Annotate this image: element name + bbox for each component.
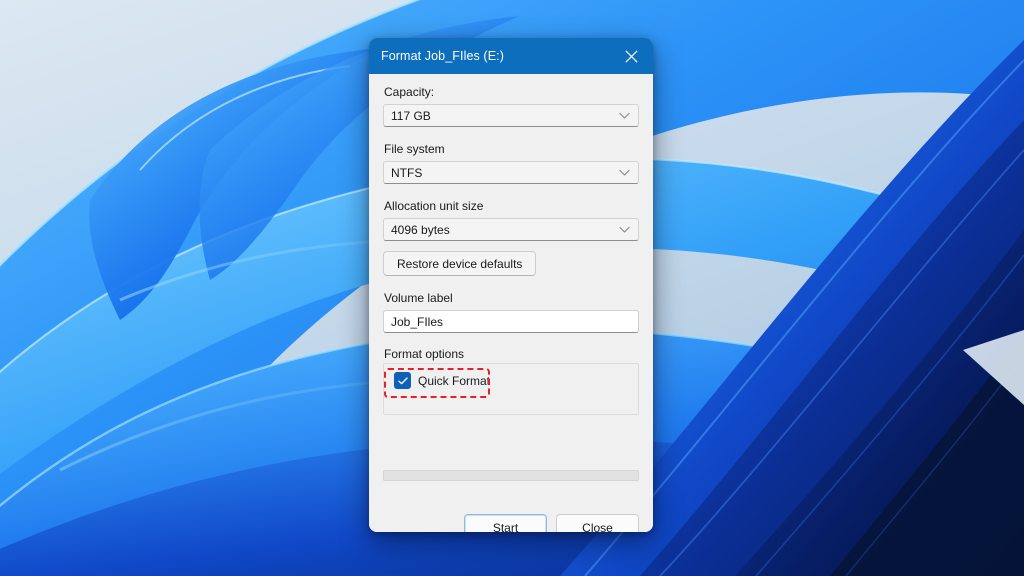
- allocation-unit-size-value: 4096 bytes: [391, 223, 450, 237]
- dialog-title: Format Job_FIles (E:): [381, 49, 504, 63]
- chevron-down-icon: [619, 169, 630, 176]
- volume-label-label: Volume label: [384, 290, 639, 306]
- file-system-dropdown[interactable]: NTFS: [383, 161, 639, 184]
- format-dialog: Format Job_FIles (E:) Capacity: 117 GB: [369, 38, 653, 532]
- allocation-unit-size-label: Allocation unit size: [384, 198, 639, 214]
- format-options-legend: Format options: [384, 347, 639, 361]
- close-dialog-button[interactable]: Close: [556, 514, 639, 532]
- chevron-down-icon: [619, 226, 630, 233]
- dialog-titlebar: Format Job_FIles (E:): [369, 38, 653, 74]
- start-button[interactable]: Start: [464, 514, 547, 532]
- file-system-value: NTFS: [391, 166, 422, 180]
- file-system-label: File system: [384, 141, 639, 157]
- desktop: Format Job_FIles (E:) Capacity: 117 GB: [0, 0, 1024, 576]
- dialog-button-row: Start Close: [383, 514, 639, 532]
- format-options-box: Quick Format: [383, 363, 639, 415]
- progress-bar: [383, 470, 639, 481]
- quick-format-checkbox[interactable]: [394, 372, 411, 389]
- format-options-group: Format options Quick Format: [383, 347, 639, 415]
- checkmark-icon: [398, 377, 408, 385]
- capacity-label: Capacity:: [384, 84, 639, 100]
- quick-format-checkbox-row[interactable]: Quick Format: [392, 370, 494, 391]
- close-icon: [625, 50, 638, 63]
- dialog-body: Capacity: 117 GB File system NTFS: [369, 74, 653, 532]
- capacity-dropdown[interactable]: 117 GB: [383, 104, 639, 127]
- close-button[interactable]: [609, 38, 653, 74]
- quick-format-label: Quick Format: [418, 374, 490, 388]
- volume-label-input[interactable]: [383, 310, 639, 333]
- capacity-value: 117 GB: [391, 109, 431, 123]
- allocation-unit-size-dropdown[interactable]: 4096 bytes: [383, 218, 639, 241]
- restore-device-defaults-button[interactable]: Restore device defaults: [383, 251, 536, 276]
- chevron-down-icon: [619, 112, 630, 119]
